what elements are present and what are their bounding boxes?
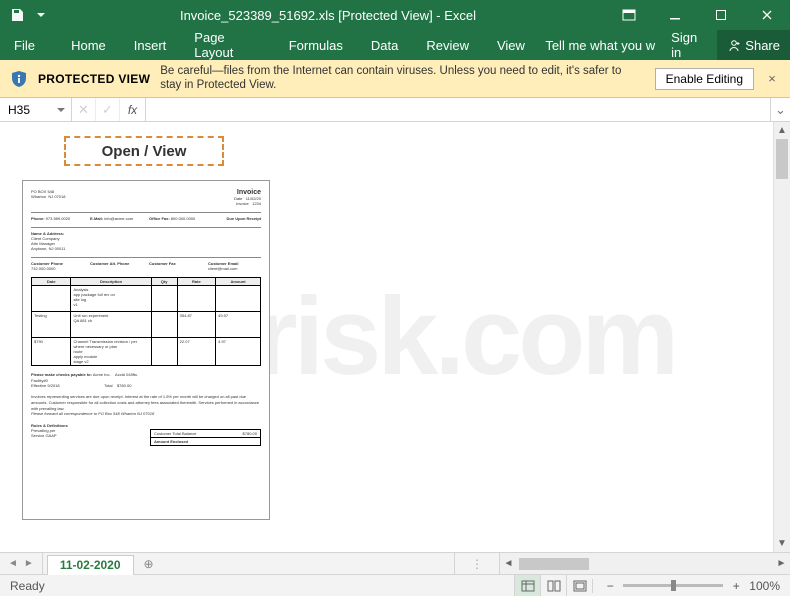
share-icon xyxy=(727,38,741,52)
vscroll-thumb[interactable] xyxy=(776,139,788,179)
zoom-out-button[interactable]: − xyxy=(603,579,617,593)
fx-icon[interactable]: fx xyxy=(120,98,146,121)
normal-view-button[interactable] xyxy=(514,575,540,596)
zoom-controls: − + 100% xyxy=(592,579,790,593)
status-bar: Ready − + 100% xyxy=(0,574,790,596)
invoice-notes: Please make checks payable to: Acme Inc.… xyxy=(31,372,261,417)
zoom-in-button[interactable]: + xyxy=(729,579,743,593)
open-view-banner[interactable]: Open / View xyxy=(64,136,224,166)
page-break-view-button[interactable] xyxy=(566,575,592,596)
formula-input[interactable] xyxy=(146,98,770,121)
vertical-scrollbar[interactable]: ▲ ▼ xyxy=(773,122,790,552)
protected-view-bar: PROTECTED VIEW Be careful—files from the… xyxy=(0,60,790,98)
tab-splitter[interactable]: ⋮ xyxy=(454,553,500,574)
enable-editing-button[interactable]: Enable Editing xyxy=(655,68,754,90)
tab-page-layout[interactable]: Page Layout xyxy=(180,30,274,60)
invoice-thumbnail[interactable]: PO BOX 548Wharton NJ 07018 Invoice Date … xyxy=(22,180,270,520)
sign-in-link[interactable]: Sign in xyxy=(661,30,717,60)
formula-bar: H35 ✕ ✓ fx ⌄ xyxy=(0,98,790,122)
protected-view-label: PROTECTED VIEW xyxy=(38,72,150,86)
worksheet-area[interactable]: PC risk.com Open / View PO BOX 548Wharto… xyxy=(0,122,790,552)
zoom-slider[interactable] xyxy=(623,584,723,587)
horizontal-scrollbar[interactable]: ◄ ► xyxy=(500,553,790,574)
tab-insert[interactable]: Insert xyxy=(120,30,181,60)
status-ready: Ready xyxy=(10,579,45,593)
new-sheet-button[interactable]: ⊕ xyxy=(138,553,160,574)
tell-me-box[interactable]: Tell me what you w xyxy=(539,38,661,53)
maximize-button[interactable] xyxy=(698,0,744,30)
lightbulb-icon xyxy=(539,38,541,52)
tab-review[interactable]: Review xyxy=(412,30,483,60)
save-icon[interactable] xyxy=(8,6,26,24)
window-controls xyxy=(606,0,790,30)
protected-view-message: Be careful—files from the Internet can c… xyxy=(160,65,644,93)
scroll-up-icon[interactable]: ▲ xyxy=(774,122,790,139)
tab-file[interactable]: File xyxy=(0,30,57,60)
invoice-footer-left: Rules & DefinitionsPrevailing perService… xyxy=(31,423,140,446)
zoom-level[interactable]: 100% xyxy=(749,579,780,593)
cancel-formula-icon: ✕ xyxy=(72,98,96,121)
quick-access-toolbar xyxy=(0,6,50,24)
close-button[interactable] xyxy=(744,0,790,30)
share-button[interactable]: Share xyxy=(717,30,790,60)
shield-info-icon xyxy=(10,70,28,88)
titlebar: Invoice_523389_51692.xls [Protected View… xyxy=(0,0,790,30)
share-label: Share xyxy=(745,38,780,53)
sheet-nav-buttons[interactable]: ◄► xyxy=(0,553,43,574)
scroll-right-icon[interactable]: ► xyxy=(773,558,790,569)
page-layout-view-button[interactable] xyxy=(540,575,566,596)
invoice-totals: Customer Total Balance$780.00 Amount Enc… xyxy=(150,429,261,446)
enter-formula-icon: ✓ xyxy=(96,98,120,121)
tell-me-label: Tell me what you w xyxy=(545,38,655,53)
sheet-tab-active[interactable]: 11-02-2020 xyxy=(47,555,134,574)
scroll-down-icon[interactable]: ▼ xyxy=(774,535,790,552)
tab-home[interactable]: Home xyxy=(57,30,120,60)
sheet-tab-bar: ◄► 11-02-2020 ⊕ ⋮ ◄ ► xyxy=(0,552,790,574)
minimize-button[interactable] xyxy=(652,0,698,30)
protected-view-close-icon[interactable]: × xyxy=(764,71,780,86)
tab-data[interactable]: Data xyxy=(357,30,412,60)
invoice-title-block: Invoice Date 11/02/20Invoice 1234 xyxy=(234,189,261,206)
ribbon-tabs: File Home Insert Page Layout Formulas Da… xyxy=(0,30,790,60)
invoice-sender: PO BOX 548Wharton NJ 07018 xyxy=(31,189,65,206)
qat-dropdown-icon[interactable] xyxy=(32,6,50,24)
scroll-left-icon[interactable]: ◄ xyxy=(500,558,517,569)
name-box[interactable]: H35 xyxy=(0,98,72,121)
ribbon-display-icon[interactable] xyxy=(606,0,652,30)
expand-formula-bar-icon[interactable]: ⌄ xyxy=(770,98,790,121)
hscroll-thumb[interactable] xyxy=(519,558,589,570)
window-title: Invoice_523389_51692.xls [Protected View… xyxy=(50,8,606,23)
invoice-line-items: DateDescriptionQtyRateAmount Analysisapp… xyxy=(31,277,261,366)
tab-formulas[interactable]: Formulas xyxy=(275,30,357,60)
tab-view[interactable]: View xyxy=(483,30,539,60)
